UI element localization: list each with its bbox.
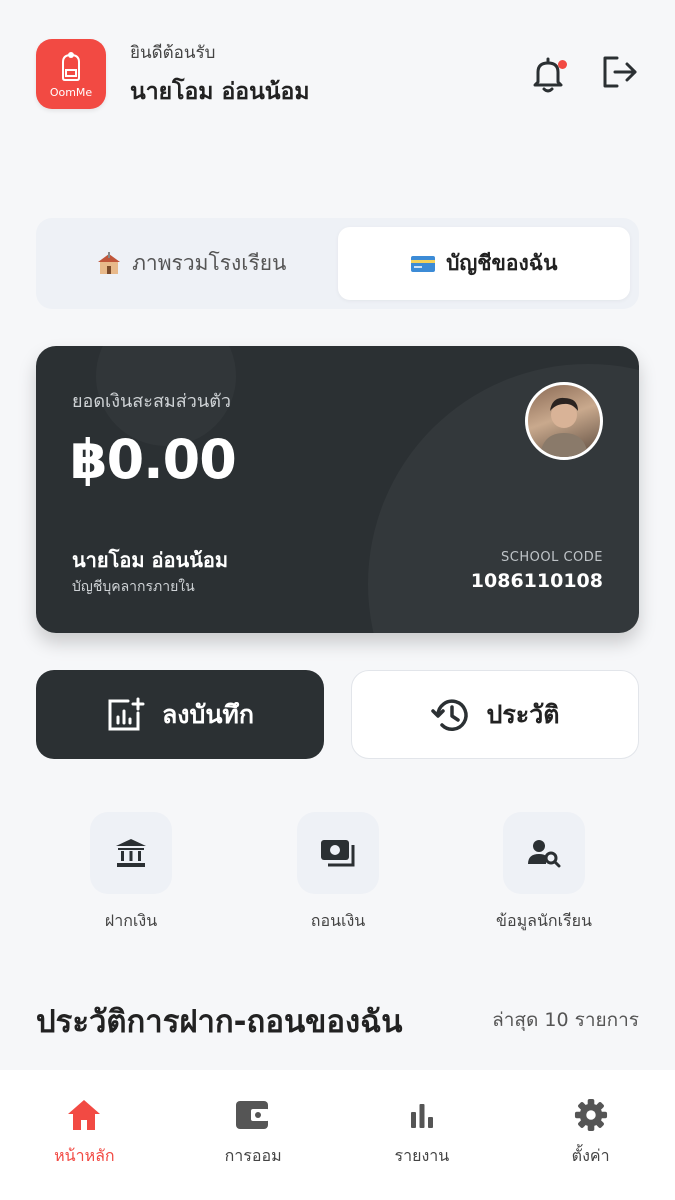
student-info-button[interactable]: [503, 812, 585, 894]
logout-icon: [603, 56, 637, 88]
nav-home[interactable]: หน้าหลัก: [0, 1070, 169, 1200]
app-header: OomMe ยินดีต้อนรับ นายโอม อ่อนน้อม: [36, 38, 639, 110]
balance-card: ยอดเงินสะสมส่วนตัว ฿0.00 นายโอม อ่อนน้อม…: [36, 346, 639, 633]
student-search-icon: [528, 840, 561, 868]
nav-label: การออม: [224, 1146, 282, 1165]
record-button-label: ลงบันทึก: [161, 699, 255, 729]
cash-icon: [321, 840, 355, 867]
account-type: บัญชีบุคลากรภายใน: [72, 579, 195, 595]
history-icon: [430, 698, 468, 731]
account-holder-name: นายโอม อ่อนน้อม: [72, 548, 229, 572]
nav-report[interactable]: รายงาน: [338, 1070, 507, 1200]
wallet-icon: [236, 1101, 270, 1129]
tab-school-overview[interactable]: ภาพรวมโรงเรียน: [45, 227, 338, 300]
home-icon: [68, 1100, 101, 1130]
card-icon: [411, 255, 436, 272]
view-tabs: ภาพรวมโรงเรียน บัญชีของฉัน: [36, 218, 639, 309]
withdraw-button[interactable]: [297, 812, 379, 894]
quick-student-info[interactable]: ข้อมูลนักเรียน: [496, 812, 592, 930]
deposit-button[interactable]: [90, 812, 172, 894]
quick-deposit[interactable]: ฝากเงิน: [90, 812, 172, 930]
quick-label: ฝากเงิน: [104, 911, 158, 930]
nav-label: รายงาน: [394, 1146, 450, 1165]
bottom-nav: หน้าหลัก การออม รายงาน ตั้งค่า: [0, 1070, 675, 1200]
avatar[interactable]: [525, 382, 603, 460]
nav-label: หน้าหลัก: [54, 1146, 115, 1165]
nav-label: ตั้งค่า: [571, 1146, 610, 1165]
gear-icon: [574, 1098, 607, 1132]
greeting-text: ยินดีต้อนรับ: [130, 42, 216, 63]
school-code-value: 1086110108: [470, 570, 603, 592]
app-logo: OomMe: [36, 39, 106, 109]
bank-icon: [116, 839, 146, 867]
user-name: นายโอม อ่อนน้อม: [130, 78, 310, 105]
history-section-subtitle: ล่าสุด 10 รายการ: [492, 1009, 639, 1031]
school-icon: [98, 251, 121, 274]
record-button[interactable]: ลงบันทึก: [36, 670, 324, 759]
school-code-label: SCHOOL CODE: [501, 550, 603, 565]
nav-settings[interactable]: ตั้งค่า: [506, 1070, 675, 1200]
quick-label: ข้อมูลนักเรียน: [496, 911, 592, 930]
history-button[interactable]: ประวัติ: [351, 670, 639, 759]
quick-label: ถอนเงิน: [310, 911, 366, 930]
history-section-title: ประวัติการฝาก-ถอนของฉัน: [36, 1004, 403, 1040]
avatar-photo: [540, 397, 588, 457]
logo-text: OomMe: [49, 85, 93, 99]
tab-my-account[interactable]: บัญชีของฉัน: [337, 227, 630, 300]
nav-savings[interactable]: การออม: [169, 1070, 338, 1200]
balance-amount: ฿0.00: [70, 428, 237, 491]
balance-label: ยอดเงินสะสมส่วนตัว: [72, 391, 231, 412]
logout-button[interactable]: [599, 52, 639, 96]
quick-withdraw[interactable]: ถอนเงิน: [297, 812, 379, 930]
bar-chart-icon: [410, 1104, 433, 1128]
add-record-icon: [108, 697, 145, 730]
notification-button[interactable]: [531, 54, 567, 94]
history-button-label: ประวัติ: [486, 699, 560, 729]
notification-dot: [558, 60, 567, 69]
backpack-icon: [62, 51, 80, 81]
tab-label: บัญชีของฉัน: [446, 251, 558, 275]
tab-label: ภาพรวมโรงเรียน: [132, 251, 287, 275]
